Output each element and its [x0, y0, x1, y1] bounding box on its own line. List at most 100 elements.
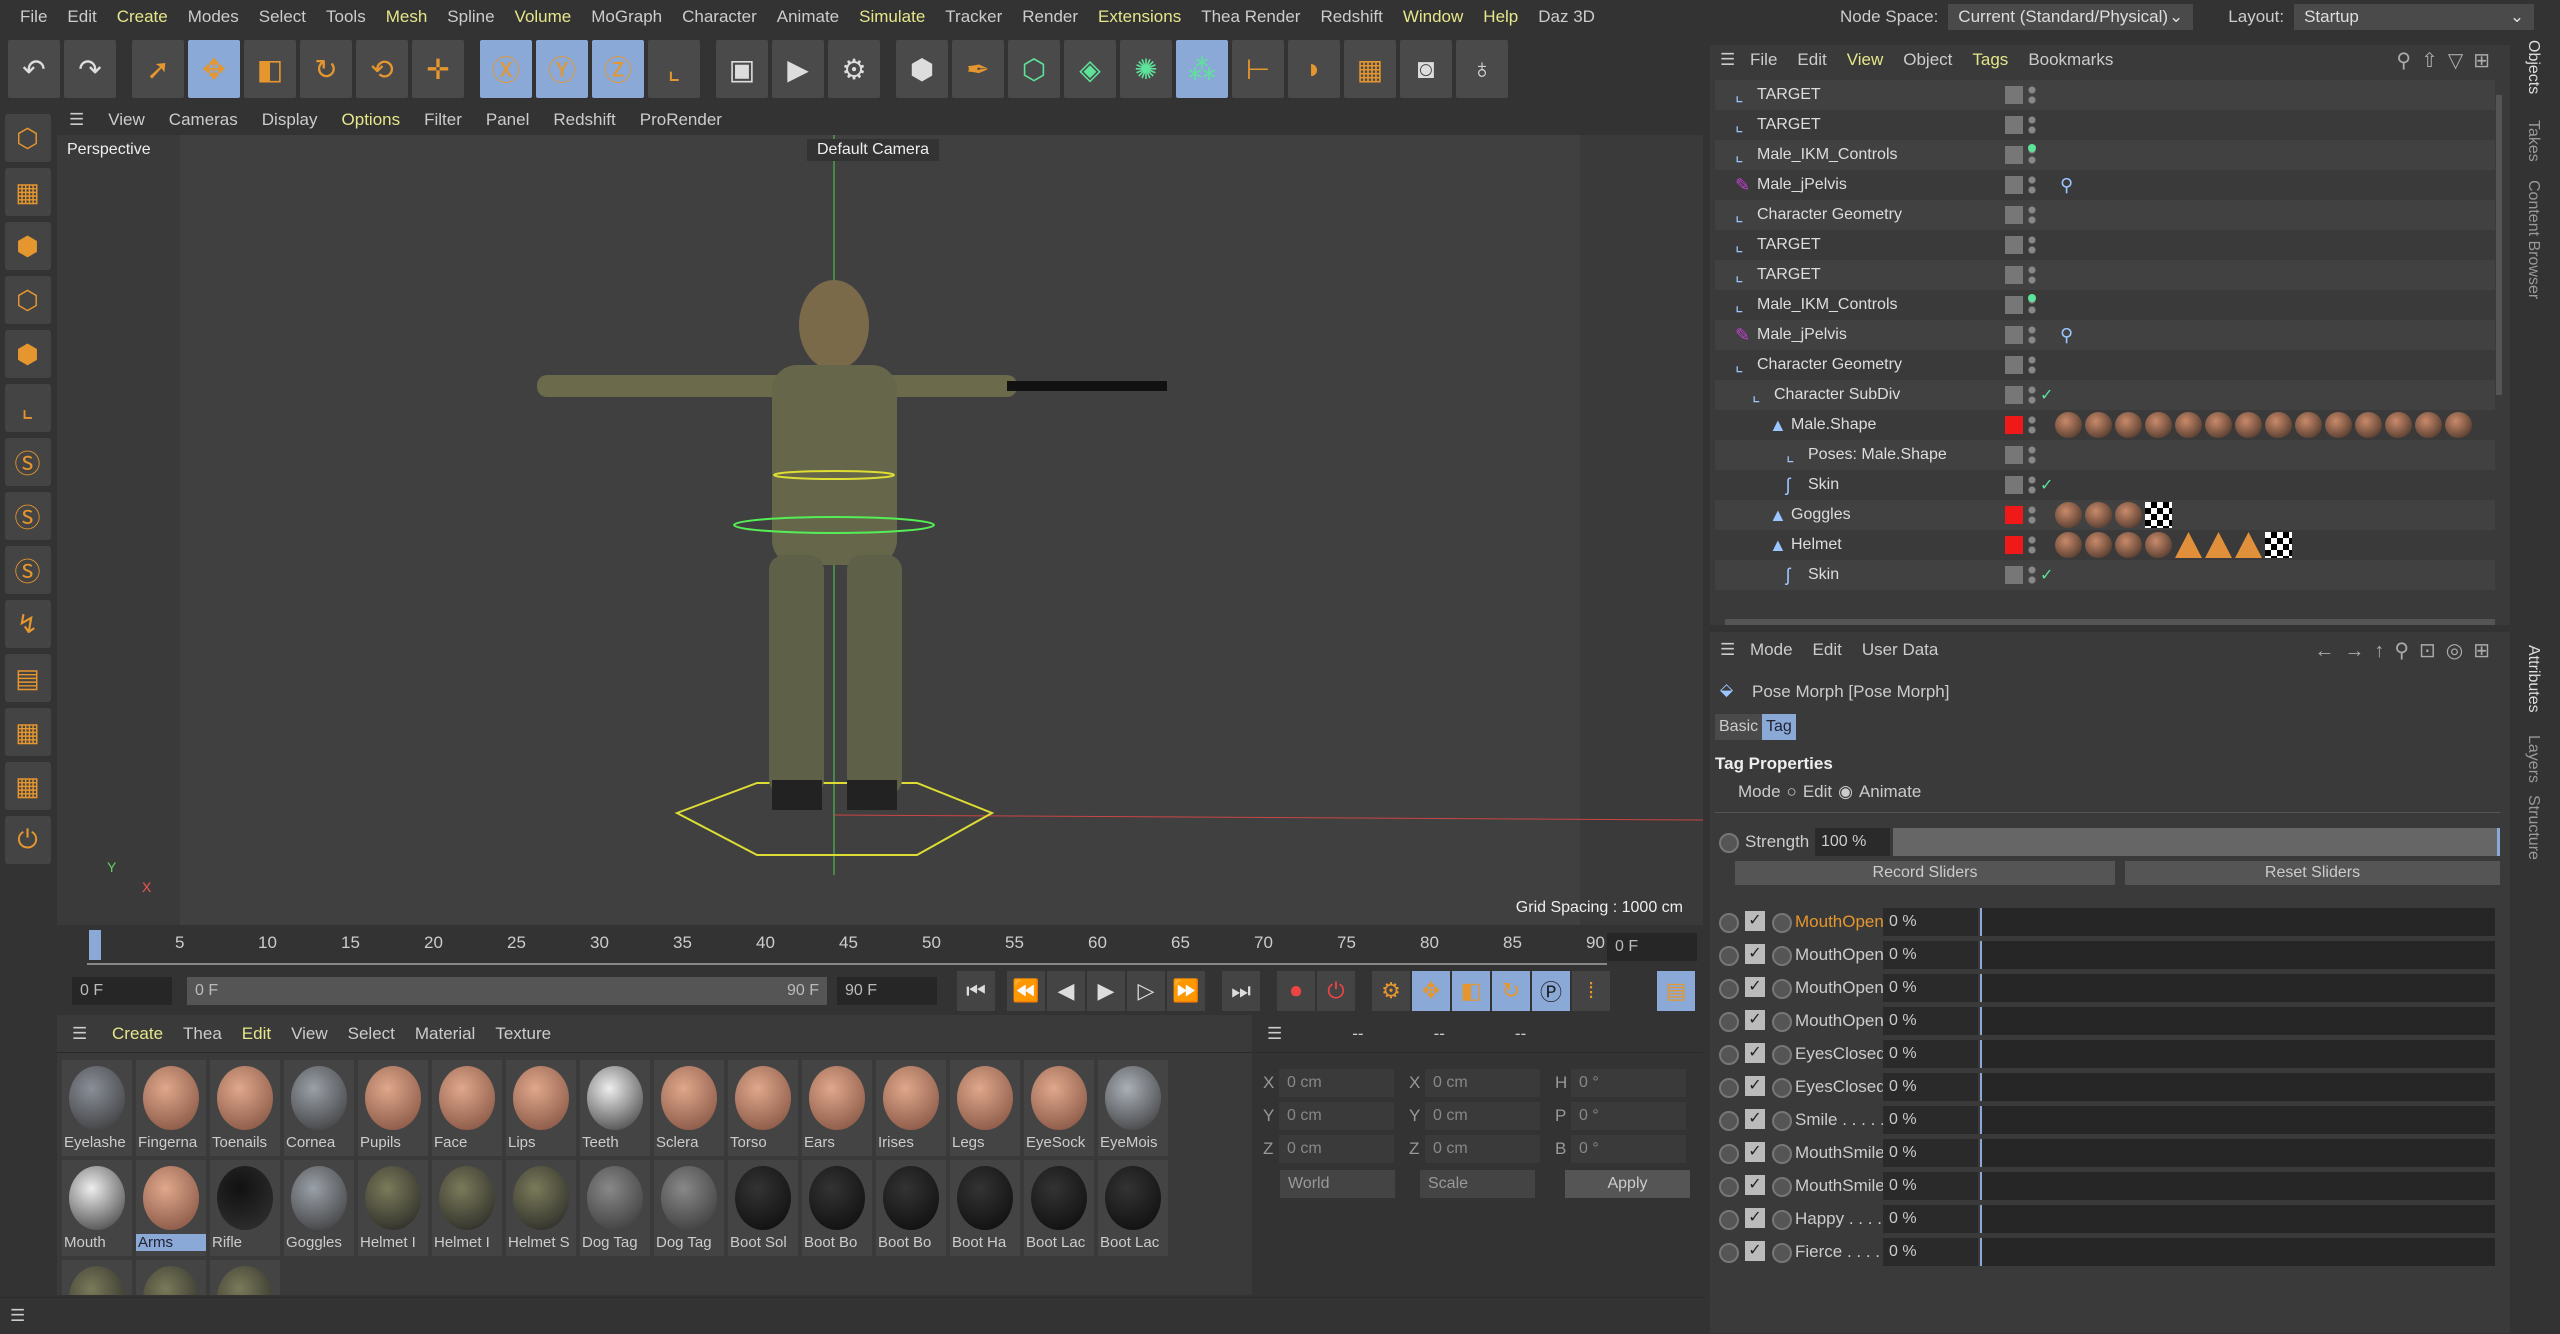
coord-field[interactable]: 0 cm — [1279, 1102, 1394, 1130]
morph-keyframe-button[interactable] — [1719, 946, 1739, 966]
morph-slider[interactable] — [1980, 1040, 2495, 1068]
material-swatch[interactable] — [210, 1260, 280, 1295]
lock-grid-icon[interactable]: ▦ — [4, 708, 51, 756]
material-swatch[interactable]: Rifle — [210, 1160, 280, 1256]
record-button[interactable]: ⏺ — [1277, 971, 1315, 1011]
object-row[interactable]: ʃ Skin ✓ — [1715, 560, 2495, 590]
material-swatch[interactable]: Arms — [136, 1160, 206, 1256]
move-icon[interactable]: ✥ — [188, 40, 240, 98]
visibility-dots[interactable] — [2028, 505, 2036, 525]
material-swatch[interactable]: Cornea — [284, 1060, 354, 1156]
tab-attributes[interactable]: Attributes — [2524, 645, 2542, 713]
x-icon[interactable]: Ⓧ — [480, 40, 532, 98]
morph-keyframe-button[interactable] — [1719, 913, 1739, 933]
menu-select[interactable]: Select — [249, 7, 316, 27]
material-swatch[interactable]: Dog Tag — [580, 1160, 650, 1256]
editor-visible-dot[interactable] — [2028, 294, 2036, 302]
key-scale-button[interactable]: ◧ — [1452, 971, 1490, 1011]
render-icon[interactable]: ▶ — [772, 40, 824, 98]
menu-window[interactable]: Window — [1393, 7, 1473, 27]
visibility-dots[interactable] — [2028, 175, 2036, 195]
object-row[interactable]: ⌞ TARGET — [1715, 230, 2495, 260]
viewport[interactable]: Perspective Default Camera Grid Spacing … — [57, 135, 1703, 925]
search-icon[interactable]: ⚲ — [2394, 640, 2419, 662]
object-row[interactable]: ⌞ Character SubDiv ✓ — [1715, 380, 2495, 410]
menu-tools[interactable]: Tools — [316, 7, 376, 27]
timeline-button[interactable]: ▤ — [1657, 971, 1695, 1011]
morph-value-field[interactable]: 0 % — [1883, 1205, 1978, 1233]
new-window-icon[interactable]: ⊞ — [2473, 50, 2500, 72]
morph-value-field[interactable]: 0 % — [1883, 1106, 1978, 1134]
tab-basic[interactable]: Basic — [1715, 714, 1763, 740]
material-tag-icon[interactable] — [2385, 412, 2412, 438]
menu-thea-render[interactable]: Thea Render — [1191, 7, 1310, 27]
menu-mesh[interactable]: Mesh — [376, 7, 438, 27]
end-frame-field[interactable]: 90 F — [837, 977, 937, 1005]
select-icon[interactable]: ➚ — [132, 40, 184, 98]
render-settings-icon[interactable]: ⚙ — [828, 40, 880, 98]
menu-tracker[interactable]: Tracker — [935, 7, 1012, 27]
z-icon[interactable]: Ⓩ — [592, 40, 644, 98]
object-list[interactable]: ⌞ TARGET ⌞ TARGET ⌞ Male_IKM_Controls ✎ Male_jP… — [1710, 80, 2510, 615]
morph-animate-button[interactable] — [1772, 1243, 1792, 1263]
next-key-button[interactable]: ⏩ — [1167, 971, 1205, 1011]
magnet-icon[interactable]: ↯ — [4, 600, 51, 648]
material-tag-icon[interactable] — [2115, 532, 2142, 558]
material-tag-icon[interactable] — [2175, 412, 2202, 438]
material-tag-icon[interactable] — [2085, 532, 2112, 558]
coords-menu-icon[interactable]: ☰ — [1267, 1024, 1282, 1044]
coord-field[interactable]: 0 cm — [1279, 1135, 1394, 1163]
coord-field[interactable]: 0 ° — [1571, 1069, 1686, 1097]
object-row[interactable]: ▲ Male.Shape — [1715, 410, 2495, 440]
key-param-button[interactable]: Ⓟ — [1532, 971, 1570, 1011]
goto-end-button[interactable]: ⏭ — [1222, 971, 1260, 1011]
material-swatch[interactable]: Boot Bo — [802, 1160, 872, 1256]
workplane-icon[interactable]: Ⓢ — [4, 546, 51, 594]
material-tag-icon[interactable] — [2115, 502, 2142, 528]
layer-toggle[interactable] — [2005, 356, 2023, 374]
menu-mograph[interactable]: MoGraph — [581, 7, 672, 27]
coord-field[interactable]: 0 ° — [1571, 1135, 1686, 1163]
visibility-dots[interactable] — [2028, 475, 2036, 495]
material-swatch[interactable]: Lips — [506, 1060, 576, 1156]
floor-icon[interactable]: ◗ — [1288, 40, 1340, 98]
snap-settings-icon[interactable]: Ⓢ — [4, 492, 51, 540]
menu-render[interactable]: Render — [1012, 7, 1088, 27]
rotate-icon[interactable]: ↻ — [300, 40, 352, 98]
object-row[interactable]: ✎ Male_jPelvis ⚲ — [1715, 320, 2495, 350]
morph-animate-button[interactable] — [1772, 913, 1792, 933]
menu-help[interactable]: Help — [1473, 7, 1528, 27]
layer-toggle[interactable] — [2005, 176, 2023, 194]
material-swatch[interactable]: Toenails — [210, 1060, 280, 1156]
current-frame-field[interactable]: 0 F — [1607, 933, 1697, 961]
object-menu-object[interactable]: Object — [1893, 50, 1962, 70]
menu-edit[interactable]: Edit — [57, 7, 106, 27]
attribute-menu-mode[interactable]: Mode — [1740, 640, 1803, 660]
morph-value-field[interactable]: 0 % — [1883, 1172, 1978, 1200]
morph-keyframe-button[interactable] — [1719, 1210, 1739, 1230]
material-tag-icon[interactable] — [2145, 532, 2172, 558]
render-view-icon[interactable]: ▣ — [716, 40, 768, 98]
ik-tag-icon[interactable] — [2205, 532, 2232, 558]
material-swatch[interactable]: Helmet I — [358, 1160, 428, 1256]
light-icon[interactable]: ♁ — [1456, 40, 1508, 98]
layer-toggle[interactable] — [2005, 506, 2023, 524]
key-position-button[interactable]: ✥ — [1412, 971, 1450, 1011]
layer-toggle[interactable] — [2005, 446, 2023, 464]
mode-edit-radio[interactable]: ○ — [1787, 782, 1797, 802]
object-row[interactable]: ⌞ TARGET — [1715, 260, 2495, 290]
editor-visible-dot[interactable] — [2028, 144, 2036, 152]
morph-enable-checkbox[interactable]: ✓ — [1745, 1142, 1765, 1162]
layer-toggle[interactable] — [2005, 326, 2023, 344]
texture-mode-icon[interactable]: ▦ — [4, 168, 51, 216]
material-tag-icon[interactable] — [2085, 412, 2112, 438]
menu-extensions[interactable]: Extensions — [1088, 7, 1191, 27]
material-tag-icon[interactable] — [2355, 412, 2382, 438]
extrude-icon[interactable]: ◈ — [1064, 40, 1116, 98]
viewport-menu-view[interactable]: View — [96, 110, 157, 130]
material-menu-thea[interactable]: Thea — [173, 1024, 232, 1044]
visibility-dots[interactable] — [2028, 115, 2036, 135]
psr-tag-icon[interactable]: ⚲ — [2060, 175, 2073, 196]
material-swatch[interactable]: Legs — [950, 1060, 1020, 1156]
coord-world-dropdown[interactable]: World — [1280, 1170, 1395, 1198]
